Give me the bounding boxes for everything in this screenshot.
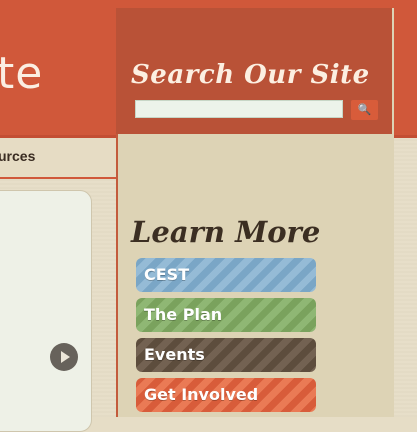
nav-divider	[0, 177, 116, 179]
site-title[interactable]: te	[0, 52, 43, 96]
content-panel	[0, 190, 92, 432]
learn-more-link-cest[interactable]: CEST	[136, 258, 316, 292]
search-icon: 🔍	[357, 103, 372, 116]
search-input[interactable]	[135, 100, 343, 118]
learn-more-link-events[interactable]: Events	[136, 338, 316, 372]
learn-more-link-the-plan[interactable]: The Plan	[136, 298, 316, 332]
nav-item-resources[interactable]: urces	[0, 148, 35, 164]
header-right-edge	[392, 0, 417, 135]
search-title: Search Our Site	[131, 60, 370, 90]
play-next-icon[interactable]	[50, 343, 78, 371]
learn-more-link-get-involved[interactable]: Get Involved	[136, 378, 316, 412]
learn-more-title: Learn More	[131, 215, 321, 249]
search-button[interactable]: 🔍	[351, 100, 378, 120]
